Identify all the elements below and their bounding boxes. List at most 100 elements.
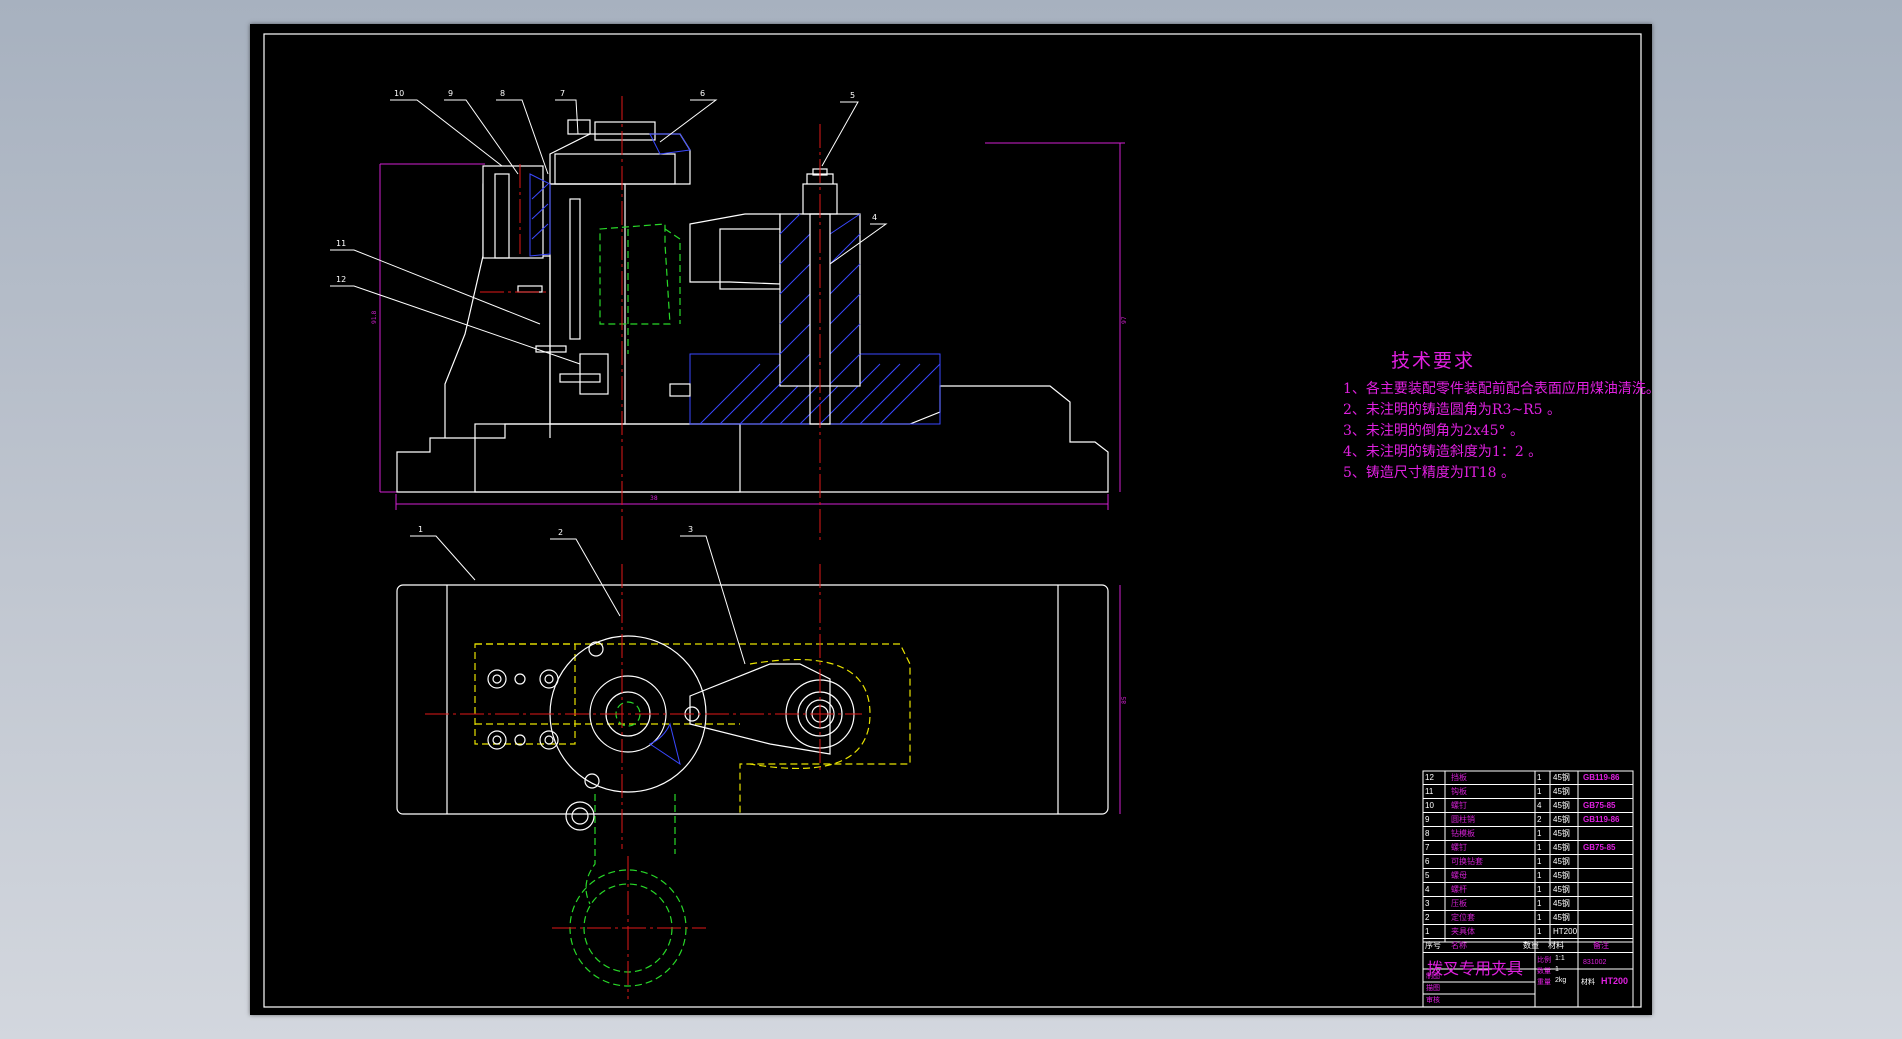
svg-text:85: 85 [1121,696,1128,704]
weight-label: 重量 [1537,979,1551,986]
part-qty: 1 [1537,899,1542,908]
part-qty: 4 [1537,801,1542,810]
part-material: 45钢 [1553,899,1570,908]
part-name: 螺母 [1451,871,1467,880]
parts-list-row: 12 挡板 1 45钢 GB119-86 [1423,771,1633,785]
header-remark: 备注 [1593,941,1609,950]
part-qty: 1 [1537,927,1542,936]
part-name: 定位套 [1451,913,1475,922]
part-material: 45钢 [1553,773,1570,782]
part-material: HT200 [1553,927,1578,936]
material-value: HT200 [1601,976,1629,986]
part-no: 4 [1425,885,1430,894]
part-qty: 2 [1537,815,1542,824]
part-no: 7 [1425,843,1430,852]
header-name: 名称 [1451,941,1467,950]
tech-note: 2、未注明的铸造圆角为R3~R5 。 [1343,402,1561,418]
svg-text:10: 10 [394,89,404,98]
drawn-label: 制图 [1426,973,1440,980]
part-material: 45钢 [1553,843,1570,852]
part-name: 挡板 [1451,773,1467,782]
svg-text:1: 1 [418,525,423,534]
tech-note: 5、铸造尺寸精度为IT18 。 [1343,465,1516,481]
part-no: 10 [1425,801,1434,810]
part-no: 3 [1425,899,1430,908]
part-name: 压板 [1451,899,1467,908]
part-no: 1 [1425,927,1430,936]
parts-list-row: 2 定位套 1 45钢 [1423,911,1633,925]
parts-list-title-block: 12 挡板 1 45钢 GB119-86 11 钩板 1 45钢 10 螺钉 4… [1423,771,1633,1007]
tech-requirements-notes: 1、各主要装配零件装配前配合表面应用煤油清洗。 2、未注明的铸造圆角为R3~R5… [1343,379,1660,484]
approved-label: 审核 [1426,997,1440,1004]
tech-note: 1、各主要装配零件装配前配合表面应用煤油清洗。 [1343,381,1660,397]
tech-note: 4、未注明的铸造斜度为1：2 。 [1343,444,1543,460]
qty-label: 数量 [1537,968,1551,975]
svg-text:97: 97 [1121,316,1128,324]
drawing-sheet: 10 9 8 7 6 5 4 11 12 1 2 3 38 91.8 97 85 [250,24,1660,1015]
scale-value: 1:1 [1555,955,1565,962]
part-standard: GB75-85 [1583,801,1616,810]
part-qty: 1 [1537,885,1542,894]
header-qty: 数量 [1523,941,1539,950]
front-section-view [379,96,1125,544]
technical-requirements: 技术要求 1、各主要装配零件装配前配合表面应用煤油清洗。 2、未注明的铸造圆角为… [1343,346,1660,484]
svg-text:7: 7 [560,89,565,98]
svg-text:11: 11 [336,239,346,248]
part-name: 钻模板 [1451,829,1475,838]
part-qty: 1 [1537,787,1542,796]
part-no: 12 [1425,773,1434,782]
material-label: 材料 [1581,979,1595,986]
svg-text:4: 4 [872,213,877,222]
svg-text:91.8: 91.8 [371,310,378,324]
part-name: 夹具体 [1451,927,1475,936]
svg-text:6: 6 [700,89,705,98]
svg-text:3: 3 [688,525,693,534]
scale-label: 比例 [1537,957,1551,964]
part-material: 45钢 [1553,857,1570,866]
part-standard: GB119-86 [1583,815,1620,824]
part-qty: 1 [1537,871,1542,880]
part-no: 2 [1425,913,1430,922]
parts-list-row: 9 圆柱销 2 45钢 GB119-86 [1423,813,1633,827]
parts-list-row: 10 螺钉 4 45钢 GB75-85 [1423,799,1633,813]
plan-view [396,564,1121,999]
part-name: 螺杆 [1451,885,1467,894]
callouts: 10 9 8 7 6 5 4 11 12 1 2 3 38 91.8 97 85 [330,89,1128,704]
part-material: 45钢 [1553,913,1570,922]
parts-list-row: 1 夹具体 1 HT200 [1423,925,1633,939]
header-no: 序号 [1425,941,1441,950]
parts-list-row: 6 可换钻套 1 45钢 [1423,855,1633,869]
parts-list-row: 4 螺杆 1 45钢 [1423,883,1633,897]
part-qty: 1 [1537,857,1542,866]
svg-text:2: 2 [558,528,563,537]
part-qty: 1 [1537,843,1542,852]
part-qty: 1 [1537,913,1542,922]
part-material: 45钢 [1553,815,1570,824]
part-name: 可换钻套 [1451,857,1483,866]
svg-text:38: 38 [650,495,658,502]
part-qty: 1 [1537,773,1542,782]
svg-text:8: 8 [500,89,505,98]
part-no: 11 [1425,787,1434,796]
part-name: 钩板 [1451,787,1467,796]
drawing-number: 831002 [1583,959,1607,966]
drawing-name: 拨叉专用夹具 [1427,959,1524,978]
parts-list-row: 8 钻模板 1 45钢 [1423,827,1633,841]
part-standard: GB119-86 [1583,773,1620,782]
part-material: 45钢 [1553,871,1570,880]
part-no: 5 [1425,871,1430,880]
part-name: 螺钉 [1451,843,1467,852]
weight-value: 2kg [1555,977,1567,984]
parts-list-header: 序号 名称 数量 材料 备注 [1423,939,1633,953]
part-qty: 1 [1537,829,1542,838]
part-material: 45钢 [1553,801,1570,810]
part-material: 45钢 [1553,787,1570,796]
parts-list-row: 7 螺钉 1 45钢 GB75-85 [1423,841,1633,855]
svg-text:9: 9 [448,89,453,98]
tech-requirements-title: 技术要求 [1390,350,1475,372]
part-name: 圆柱销 [1451,815,1475,824]
svg-text:12: 12 [336,275,346,284]
qty-value: 1 [1555,966,1559,973]
part-no: 6 [1425,857,1430,866]
parts-list-row: 3 压板 1 45钢 [1423,897,1633,911]
